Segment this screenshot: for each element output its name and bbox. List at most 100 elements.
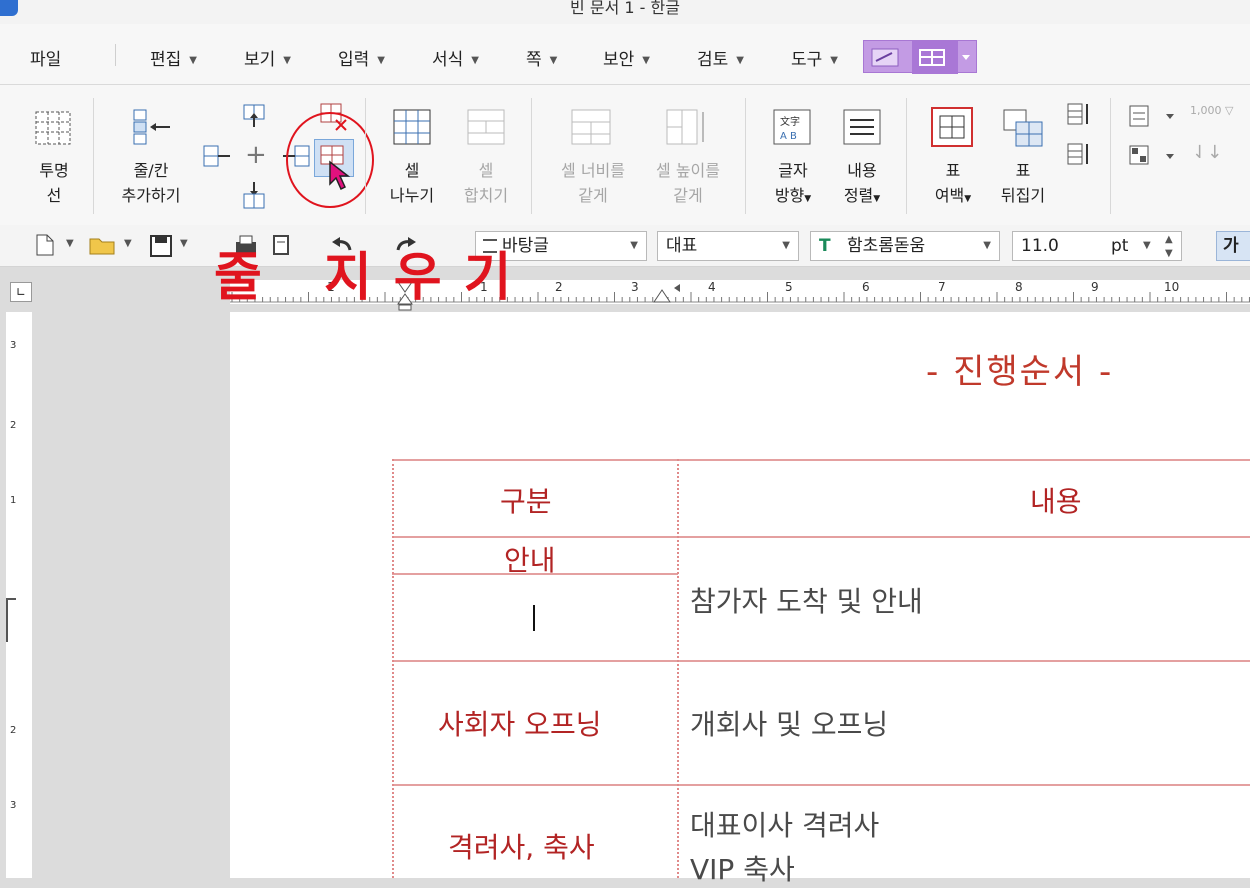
table-header-content[interactable]: 내용 [1030, 480, 1082, 520]
table-cell-content[interactable]: 참가자 도착 및 안내 [690, 580, 923, 620]
text-direction-button[interactable]: 글자 방향▼ [762, 158, 824, 212]
chevron-down-icon: ▼ [471, 55, 479, 66]
transparent-line-button[interactable]: 투명 선 [24, 158, 84, 208]
row-height-icon[interactable] [1066, 102, 1092, 128]
equal-height-button[interactable]: 셀 높이를 같게 [644, 158, 732, 208]
menu-security[interactable]: 보안 ▼ [603, 45, 650, 70]
cell-block-icon[interactable] [1128, 144, 1182, 170]
vertical-ruler[interactable] [6, 312, 32, 878]
spin-down-icon[interactable]: ▼ [1165, 240, 1173, 268]
table-border [392, 459, 394, 878]
menu-separator [115, 44, 116, 66]
content-align-button[interactable]: 내용 정렬▼ [830, 158, 894, 212]
table-tab-icons [871, 41, 970, 74]
open-folder-icon[interactable] [88, 235, 118, 257]
menu-edit[interactable]: 편집 ▼ [150, 45, 197, 70]
chevron-down-icon: ▼ [830, 55, 838, 66]
svg-text:文字: 文字 [780, 115, 800, 128]
chevron-down-icon[interactable]: ▼ [180, 238, 188, 249]
menu-format[interactable]: 서식 ▼ [432, 45, 479, 70]
chevron-down-icon: ▼ [1143, 240, 1151, 251]
menu-review[interactable]: 검토 ▼ [697, 45, 744, 70]
chevron-down-icon[interactable]: ▼ [66, 238, 74, 249]
menu-view[interactable]: 보기 ▼ [244, 45, 291, 70]
cell-marker-icon [6, 598, 16, 642]
table-border [392, 459, 1250, 461]
table-border [392, 536, 1250, 538]
save-icon[interactable] [148, 234, 174, 258]
split-cell-icon [393, 109, 431, 145]
ribbon-separator [365, 98, 366, 214]
insert-above-icon[interactable] [242, 103, 266, 129]
table-cell-content[interactable]: 개회사 및 오프닝 [690, 703, 888, 743]
table-cell-content[interactable]: 대표이사 격려사 [690, 804, 879, 844]
chevron-down-icon: ▼ [377, 55, 385, 66]
table-cell-category[interactable]: 안내 [504, 539, 556, 579]
menu-tools[interactable]: 도구 ▼ [791, 45, 838, 70]
table-cell-category[interactable]: 사회자 오프닝 [438, 703, 601, 743]
ribbon-separator [93, 98, 94, 214]
document-title[interactable]: - 진행순서 - [926, 344, 1113, 393]
ruler-number: 9 [1091, 280, 1099, 294]
language-select[interactable]: 대표 ▼ [657, 231, 799, 261]
table-margin-button[interactable]: 표 여백▼ [920, 158, 986, 212]
menu-insert[interactable]: 입력 ▼ [338, 45, 385, 70]
truetype-font-icon: T [819, 236, 831, 256]
text-direction-icon: 文字 A B [773, 109, 811, 145]
chevron-down-icon: ▼ [549, 55, 558, 66]
svg-text:A B: A B [780, 131, 797, 142]
content-align-icon [843, 109, 881, 145]
equal-width-button[interactable]: 셀 너비를 같게 [550, 158, 636, 208]
chevron-down-icon: ▼ [283, 55, 291, 66]
split-cell-button[interactable]: 셀 나누기 [380, 158, 444, 208]
insert-below-icon[interactable] [242, 182, 266, 210]
menu-file[interactable]: 파일 [30, 45, 61, 70]
font-select[interactable]: T 함초롬돋움 ▼ [810, 231, 1000, 261]
chevron-down-icon: ▼ [630, 240, 638, 251]
table-margin-icon [931, 107, 973, 147]
highlight-circle [286, 112, 374, 208]
ribbon-separator [745, 98, 746, 214]
ribbon-separator [906, 98, 907, 214]
table-cell-content[interactable]: VIP 축사 [690, 848, 795, 888]
menu-page[interactable]: 쪽 ▼ [526, 45, 557, 70]
cell-format-icon[interactable] [1128, 104, 1182, 130]
insert-left-icon[interactable] [202, 144, 230, 168]
vruler-number: 1 [10, 495, 17, 506]
chevron-down-icon: ▼ [642, 55, 650, 66]
ruler-number: 4 [708, 280, 716, 294]
table-flip-button[interactable]: 표 뒤집기 [990, 158, 1056, 208]
equal-width-icon [571, 109, 611, 145]
char-shape-button[interactable]: 가 [1216, 231, 1250, 261]
equal-height-icon [666, 109, 704, 145]
transparent-line-icon [35, 111, 71, 145]
table-flip-icon [1003, 109, 1043, 147]
chevron-down-icon[interactable]: ▼ [124, 238, 132, 249]
sort-icon: ⇃↓ [1192, 142, 1223, 163]
tab-type-icon[interactable]: ∟ [10, 282, 32, 302]
chevron-down-icon: ▼ [983, 240, 991, 251]
ruler-number: 10 [1164, 280, 1180, 294]
col-width-icon[interactable] [1066, 142, 1092, 168]
table-border [392, 784, 1250, 786]
chevron-down-icon: ▼ [189, 55, 197, 66]
merge-cell-icon [467, 109, 505, 145]
ruler-number: 3 [631, 280, 639, 294]
font-size-input[interactable]: 11.0 pt ▼ ▲ ▼ [1012, 231, 1182, 261]
ribbon-separator [1110, 98, 1111, 214]
new-document-icon[interactable] [34, 233, 56, 257]
table-border [392, 660, 1250, 662]
right-margin-marker-icon[interactable] [652, 282, 686, 304]
vruler-number: 3 [10, 340, 17, 351]
chevron-down-icon: ▼ [782, 240, 790, 251]
ruler-number: 7 [938, 280, 946, 294]
vruler-number: 2 [10, 725, 17, 736]
table-cell-category[interactable]: 격려사, 축사 [448, 826, 595, 866]
merge-cell-button[interactable]: 셀 합치기 [454, 158, 518, 208]
add-row-col-button[interactable]: 줄/칸 추가하기 [108, 158, 194, 208]
ruler-number: 8 [1015, 280, 1023, 294]
ruler-number: 2 [555, 280, 563, 294]
table-header-category[interactable]: 구분 [500, 480, 552, 520]
table-tab-toggle[interactable] [863, 40, 977, 74]
font-size-unit: pt [1111, 236, 1129, 256]
